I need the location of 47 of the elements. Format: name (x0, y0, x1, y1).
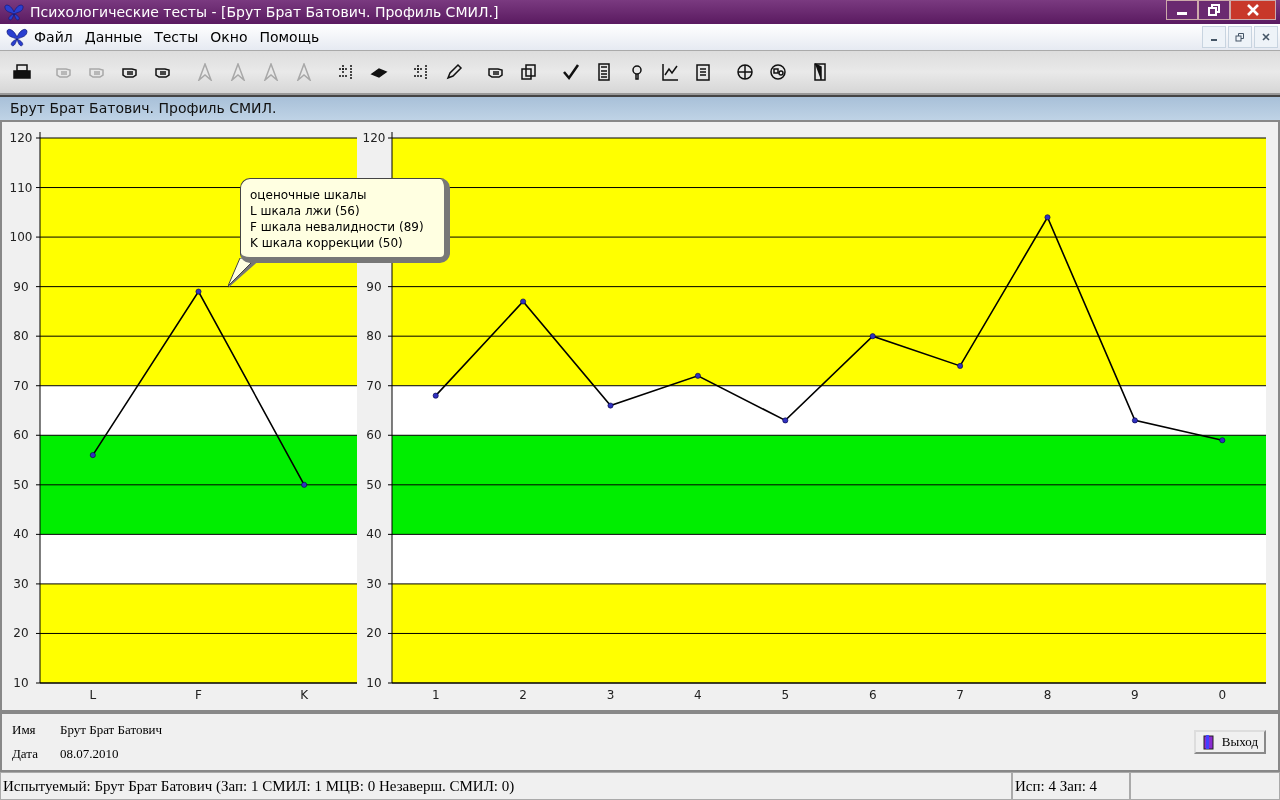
axis-label: 50 (366, 478, 382, 493)
axis-label: 70 (366, 379, 382, 394)
axis-label: F (195, 688, 202, 703)
axis-label: 40 (13, 527, 29, 542)
axis-label: 7 (956, 688, 964, 703)
tooltip-text: F шкала невалидности (89) (250, 219, 425, 236)
axis-label: 1 (431, 688, 440, 703)
axis-label: 90 (366, 280, 382, 295)
axis-label: 20 (366, 626, 382, 641)
axis-label: 50 (13, 478, 29, 493)
axis-label: 120 (9, 131, 33, 146)
field-value: 08.07.2010 (60, 746, 120, 763)
window-title: Психологические тесты - [Брут Брат Батович. Профиль СМИЛ.] (30, 3, 499, 20)
axis-label: L (89, 688, 97, 703)
document-title: Брут Брат Батович. Профиль СМИЛ. (10, 100, 277, 117)
axis-label: 90 (13, 280, 29, 295)
axis-label: 10 (366, 676, 382, 691)
field-value: Брут Брат Батович (60, 722, 163, 739)
axis-label: 40 (366, 527, 382, 542)
field-label: Дата (12, 746, 39, 763)
axis-label: 80 (366, 329, 382, 344)
axis-label: 110 (9, 180, 33, 195)
axis-label: 0 (1218, 688, 1227, 703)
status-text: Исп: 4 Зап: 4 (1012, 772, 1130, 800)
axis-label: 70 (13, 379, 29, 394)
axis-label: 30 (13, 577, 29, 592)
tooltip-text: L шкала лжи (56) (250, 203, 361, 220)
axis-label: 6 (868, 688, 877, 703)
axis-label: 4 (694, 688, 702, 703)
axis-label: 20 (13, 626, 29, 641)
axis-label: 3 (606, 688, 615, 703)
axis-label: 5 (781, 688, 790, 703)
field-label: Имя (12, 722, 37, 739)
axis-label: K (300, 688, 309, 703)
tooltip-text: оценочные шкалы (250, 187, 368, 204)
axis-label: 60 (366, 428, 382, 443)
axis-label: 30 (366, 577, 382, 592)
axis-label: 120 (362, 131, 386, 146)
axis-label: 60 (13, 428, 29, 443)
tooltip-text: K шкала коррекции (50) (250, 235, 404, 252)
axis-label: 10 (13, 676, 29, 691)
axis-label: 100 (9, 230, 33, 245)
status-text: Испытуемый: Брут Брат Батович (Зап: 1 СМИЛ: 1 МЦВ: 0 Незаверш. СМИЛ: 0) (0, 772, 1012, 800)
axis-label: 8 (1043, 688, 1052, 703)
axis-label: 9 (1131, 688, 1139, 703)
axis-label: 80 (13, 329, 29, 344)
axis-label: 2 (519, 688, 527, 703)
